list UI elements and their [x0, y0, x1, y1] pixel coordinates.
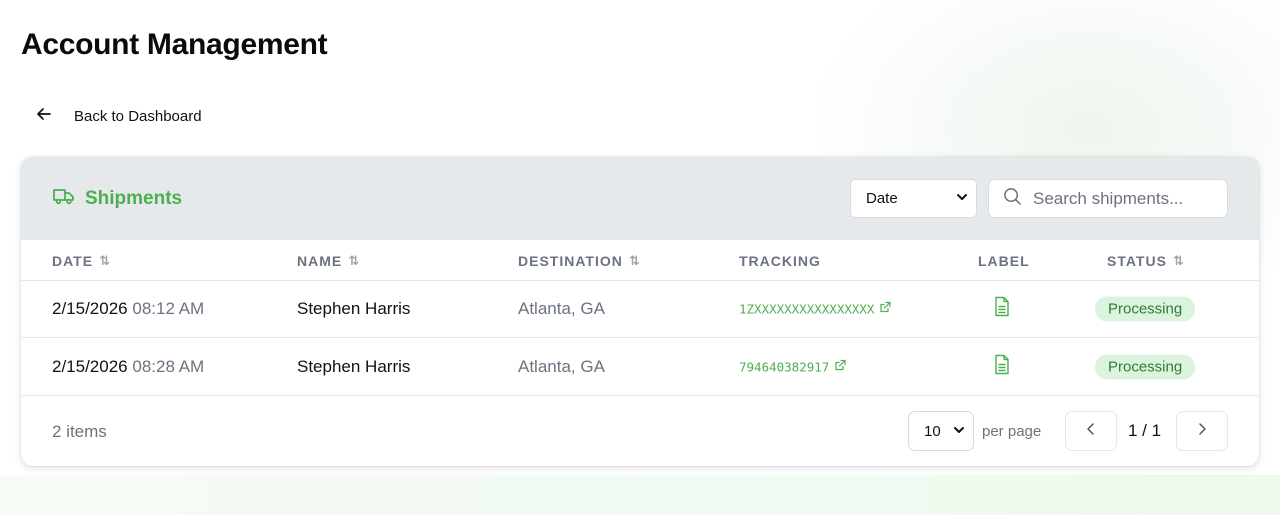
- sort-icon: ⇅: [99, 253, 110, 268]
- name-cell: Stephen Harris: [297, 357, 411, 376]
- back-to-dashboard-link[interactable]: Back to Dashboard: [36, 106, 202, 126]
- card-title: Shipments: [52, 184, 182, 214]
- chevron-right-icon: [1195, 422, 1209, 441]
- per-page-value: 10: [924, 422, 941, 440]
- external-link-icon: [834, 359, 846, 375]
- truck-icon: [52, 184, 76, 214]
- search-box: [988, 179, 1228, 218]
- date-value: 2/15/2026: [52, 357, 128, 376]
- table-row[interactable]: 2/15/2026 08:28 AM Stephen Harris Atlant…: [21, 339, 1259, 396]
- column-header-tracking-label: TRACKING: [739, 253, 821, 269]
- search-icon: [1003, 187, 1022, 211]
- date-value: 2/15/2026: [52, 299, 128, 318]
- document-icon[interactable]: [994, 296, 1010, 322]
- per-page-select[interactable]: 10: [908, 411, 974, 451]
- table-row[interactable]: 2/15/2026 08:12 AM Stephen Harris Atlant…: [21, 281, 1259, 338]
- card-header: Shipments Date: [21, 157, 1259, 240]
- column-header-date[interactable]: DATE ⇅: [52, 253, 110, 269]
- column-header-destination[interactable]: DESTINATION ⇅: [518, 253, 640, 269]
- document-icon[interactable]: [994, 354, 1010, 380]
- sort-select-value: Date: [866, 190, 898, 207]
- column-header-label: LABEL: [978, 253, 1030, 269]
- sort-icon: ⇅: [348, 253, 360, 268]
- column-header-destination-label: DESTINATION: [518, 253, 623, 269]
- tracking-link[interactable]: 794640382917: [739, 360, 846, 375]
- page-title: Account Management: [21, 28, 328, 61]
- items-count: 2 items: [52, 422, 107, 441]
- date-cell: 2/15/2026 08:28 AM: [52, 357, 204, 377]
- date-cell: 2/15/2026 08:12 AM: [52, 299, 204, 319]
- per-page-label: per page: [982, 423, 1042, 440]
- page-indicator: 1 / 1: [1128, 421, 1162, 440]
- destination-cell: Atlanta, GA: [518, 299, 605, 318]
- chevron-down-icon: [956, 190, 968, 207]
- column-header-label-label: LABEL: [978, 253, 1030, 269]
- table-footer: 2 items 10 per page 1 / 1: [21, 396, 1259, 466]
- status-badge: Processing: [1095, 296, 1196, 322]
- column-header-status[interactable]: STATUS ⇅: [1107, 253, 1184, 269]
- chevron-left-icon: [1084, 422, 1098, 441]
- search-input[interactable]: [1033, 188, 1203, 209]
- tracking-number: 794640382917: [739, 359, 830, 375]
- column-header-status-label: STATUS: [1107, 253, 1167, 269]
- next-page-button[interactable]: [1176, 411, 1228, 451]
- chevron-down-icon: [953, 423, 965, 440]
- sort-icon: ⇅: [1172, 253, 1184, 268]
- previous-page-button[interactable]: [1065, 411, 1117, 451]
- column-header-date-label: DATE: [52, 253, 94, 269]
- tracking-link[interactable]: 1ZXXXXXXXXXXXXXXXX: [739, 301, 892, 317]
- status-badge: Processing: [1095, 354, 1196, 380]
- shipments-card: Shipments Date DATE ⇅ NAME ⇅: [21, 157, 1259, 466]
- name-cell: Stephen Harris: [297, 299, 411, 318]
- sort-icon: ⇅: [628, 253, 640, 268]
- sort-select[interactable]: Date: [850, 179, 977, 218]
- arrow-left-icon: [36, 106, 52, 126]
- column-header-tracking: TRACKING: [739, 253, 821, 269]
- time-value: 08:28 AM: [132, 357, 205, 376]
- destination-cell: Atlanta, GA: [518, 357, 605, 376]
- table-header: DATE ⇅ NAME ⇅ DESTINATION ⇅ TRACKING LAB…: [21, 240, 1259, 281]
- column-header-name-label: NAME: [297, 253, 343, 269]
- tracking-number: 1ZXXXXXXXXXXXXXXXX: [739, 301, 875, 317]
- time-value: 08:12 AM: [132, 299, 205, 318]
- card-title-label: Shipments: [85, 187, 183, 209]
- external-link-icon: [879, 301, 892, 317]
- back-link-label: Back to Dashboard: [74, 107, 202, 125]
- column-header-name[interactable]: NAME ⇅: [297, 253, 359, 269]
